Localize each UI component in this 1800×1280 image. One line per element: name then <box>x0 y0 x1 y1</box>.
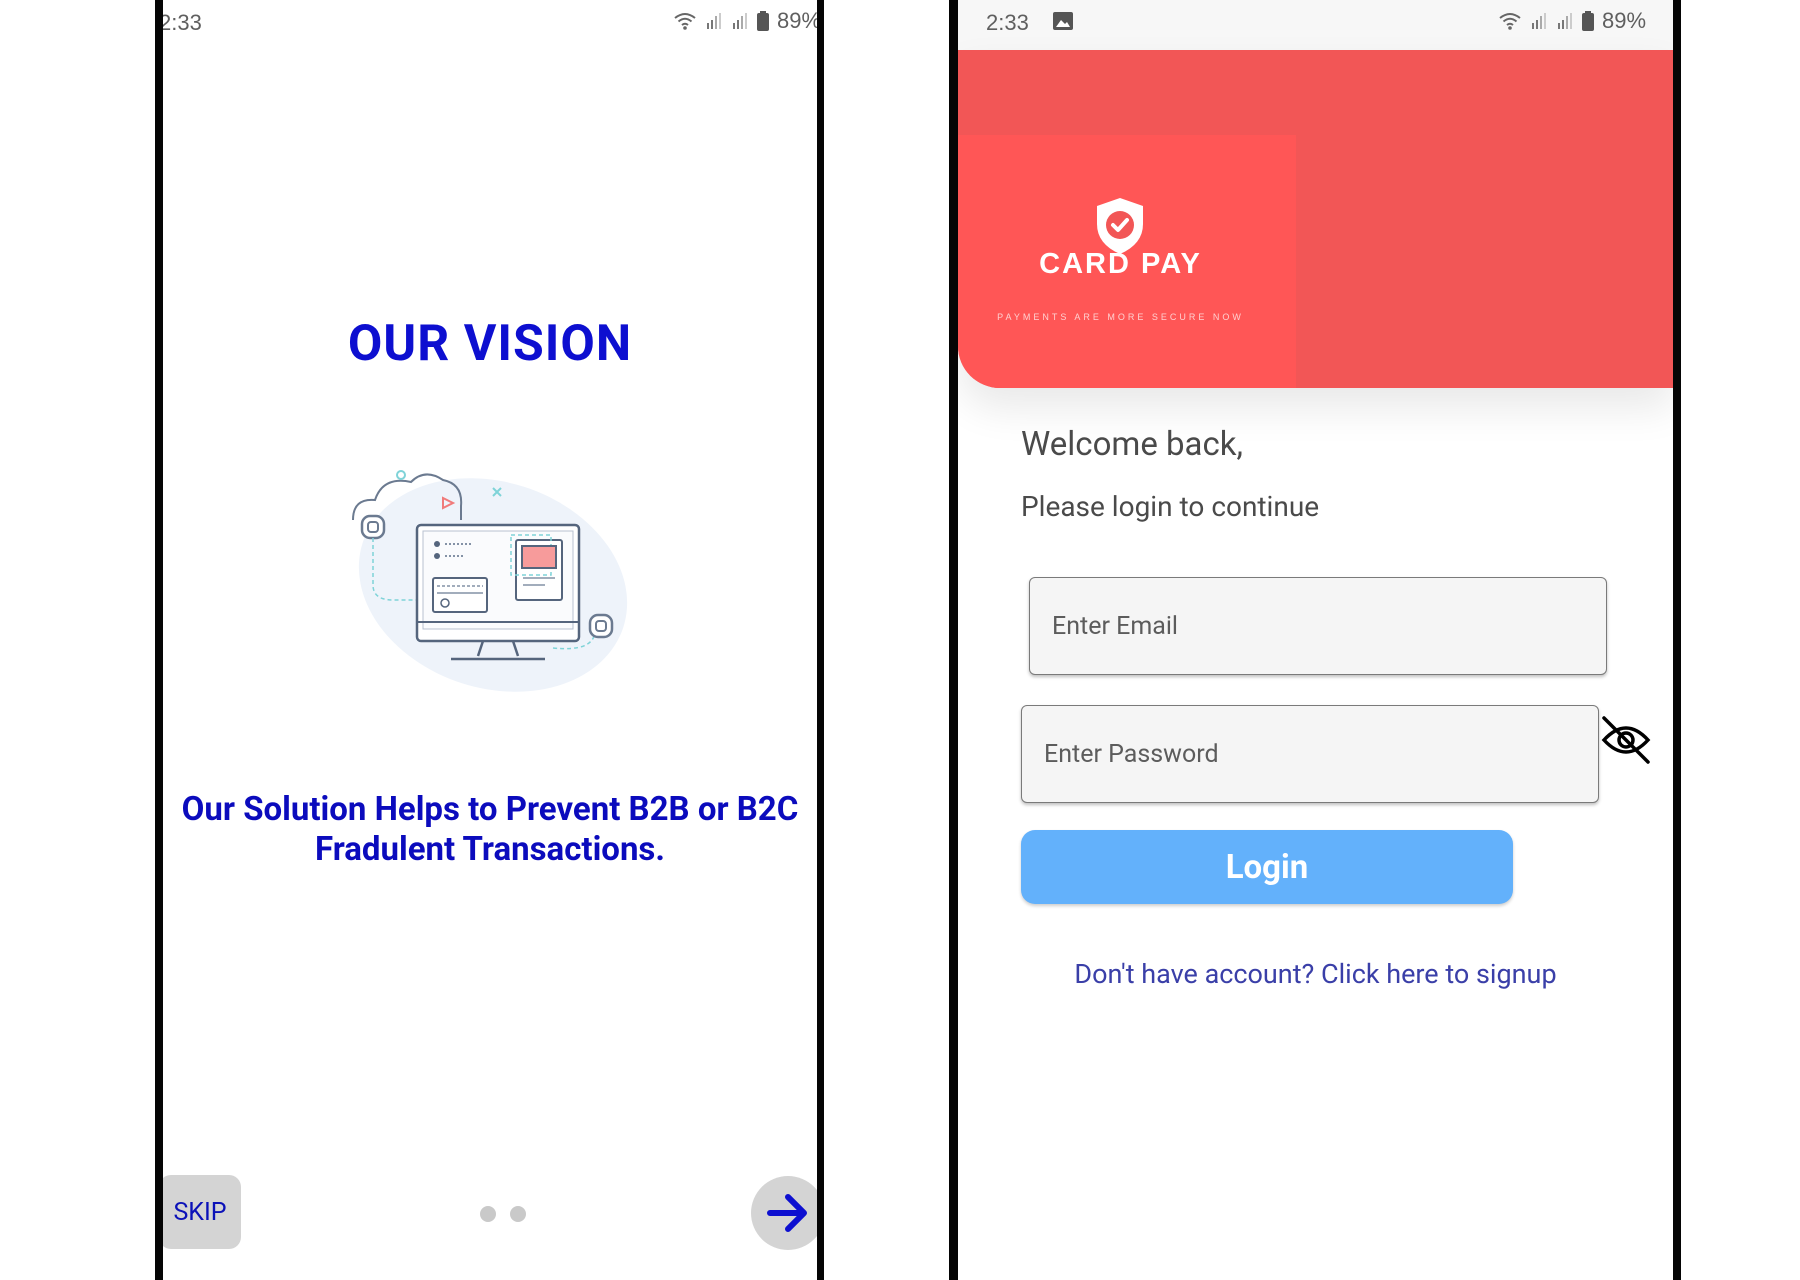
signal-x-icon <box>707 13 721 29</box>
brand-name: CARD PAY <box>1039 248 1202 280</box>
battery-icon <box>1582 11 1594 31</box>
battery-icon <box>757 11 769 31</box>
status-icons: 89% <box>1498 8 1646 34</box>
password-input[interactable] <box>1022 706 1598 802</box>
status-bar: 2:33 89% <box>163 0 817 44</box>
skip-button[interactable]: SKIP <box>163 1175 241 1249</box>
wifi-icon <box>674 13 696 30</box>
battery-percent: 89% <box>1602 8 1647 33</box>
shield-check-icon <box>1097 198 1143 254</box>
login-subtitle: Please login to continue <box>1021 490 1320 523</box>
signal-icon <box>1558 13 1572 29</box>
status-bar: 2:33 89% <box>958 0 1673 44</box>
battery-percent: 89% <box>777 8 817 33</box>
page-dot-2[interactable] <box>510 1206 526 1222</box>
login-screen: 2:33 89% CARD PAY PAYMENTS ARE MORE SECU… <box>958 0 1673 1280</box>
page-indicator <box>480 1206 526 1222</box>
signup-link[interactable]: Don't have account? Click here to signup <box>958 958 1673 990</box>
status-time: 2:33 <box>986 10 1029 35</box>
arrow-right-icon <box>767 1194 807 1232</box>
email-field[interactable] <box>1029 577 1607 675</box>
onboarding-screen: 2:33 89% OUR VISION Our Solution Helps t… <box>163 0 817 1280</box>
login-button[interactable]: Login <box>1021 830 1513 904</box>
password-field[interactable] <box>1021 705 1599 803</box>
wifi-icon <box>1499 13 1521 30</box>
payment-monitor-illustration <box>352 470 628 692</box>
page-title: OUR VISION <box>347 315 633 373</box>
signal-x-icon <box>1532 13 1546 29</box>
eye-off-icon[interactable] <box>1598 712 1654 768</box>
status-icons: 89% <box>673 8 817 34</box>
next-button[interactable] <box>751 1176 817 1250</box>
image-icon <box>1053 12 1073 30</box>
header-banner <box>958 50 1673 388</box>
phone-right-edge <box>949 0 958 1280</box>
signal-icon <box>733 13 747 29</box>
page-dot-1[interactable] <box>480 1206 496 1222</box>
phone-right-edge-right <box>1672 0 1681 1280</box>
welcome-heading: Welcome back, <box>1021 425 1243 464</box>
brand-tagline: PAYMENTS ARE MORE SECURE NOW <box>997 312 1244 322</box>
email-input[interactable] <box>1030 578 1606 674</box>
vision-description: Our Solution Helps to Prevent B2B or B2C… <box>181 790 799 869</box>
status-time: 2:33 <box>163 10 202 35</box>
